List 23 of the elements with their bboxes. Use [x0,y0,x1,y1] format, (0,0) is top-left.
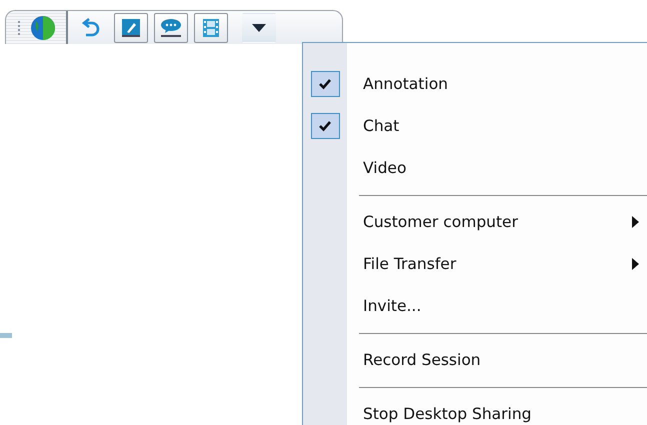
scrollbar-fragment [0,333,12,338]
film-icon [202,18,220,38]
pen-icon [121,18,141,38]
globe-button[interactable] [6,11,68,44]
caret-icon [252,24,266,32]
chat-button[interactable] [154,12,188,42]
menu-item[interactable]: Annotation [303,63,647,105]
video-button[interactable] [194,12,228,42]
annotation-button[interactable] [114,12,148,42]
globe-icon [30,14,56,40]
menu-item[interactable]: Record Session [303,339,647,381]
menu-item[interactable]: Chat [303,105,647,147]
menu-item[interactable]: Stop Desktop Sharing [303,393,647,425]
submenu-item[interactable]: File Transfer [303,243,647,285]
menu-item[interactable]: Video [303,147,647,189]
chat-icon [160,18,182,38]
submenu-item[interactable]: Customer computer [303,201,647,243]
submenu-arrow-icon [632,258,639,270]
dropdown-button[interactable] [242,12,276,42]
undo-icon [81,16,101,38]
grip-icon [16,20,22,36]
submenu-arrow-icon [632,216,639,228]
menu-item[interactable]: Invite... [303,285,647,327]
